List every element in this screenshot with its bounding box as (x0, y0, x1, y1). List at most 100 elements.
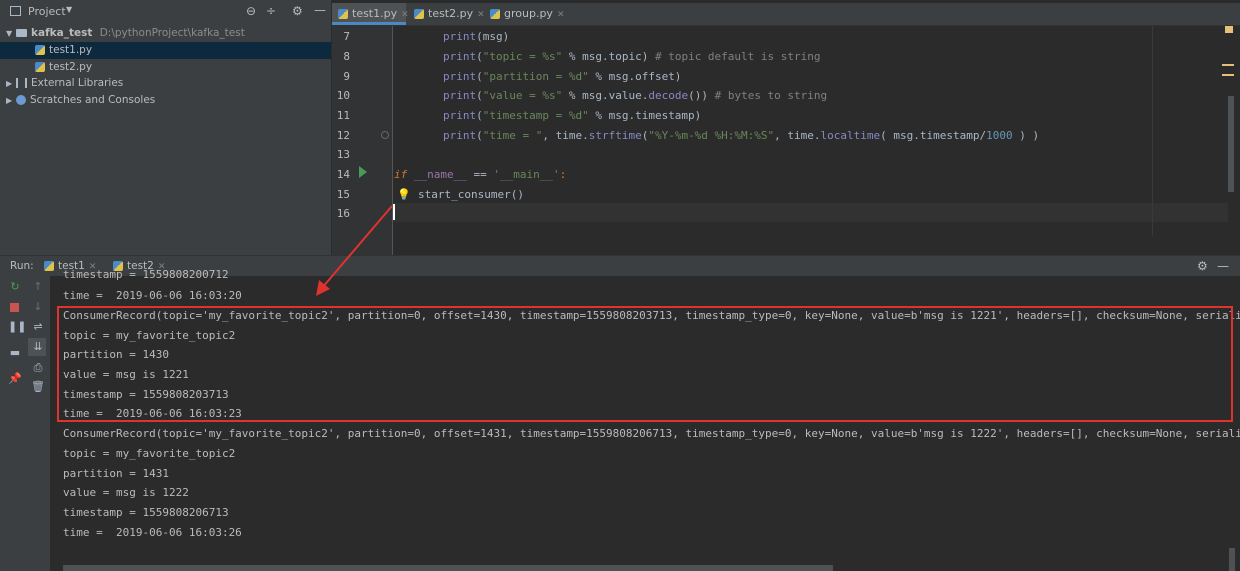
code-token: , time. (542, 129, 589, 142)
expand-arrow-icon[interactable]: ▶ (6, 92, 16, 109)
tab-test1[interactable]: test1.py ✕ (332, 3, 409, 25)
python-file-icon (490, 9, 500, 19)
tab-test2[interactable]: test2.py ✕ (408, 3, 488, 25)
console-line: partition = 1431 (63, 467, 169, 480)
console-line: ConsumerRecord(topic='my_favorite_topic2… (63, 427, 1240, 440)
code-line: print("timestamp = %d" % msg.timestamp) (443, 109, 701, 122)
code-line: print("time = ", time.strftime("%Y-%m-%d… (443, 129, 1039, 142)
code-token: ( (476, 50, 483, 63)
code-line: print("partition = %d" % msg.offset) (443, 70, 681, 83)
tab-label: test1.py (352, 7, 398, 20)
tree-item-label: External Libraries (31, 77, 124, 89)
layout-icon[interactable]: ▬ (8, 346, 22, 359)
run-title: Run: (10, 260, 34, 272)
code-line: print("value = %s" % msg.value.decode())… (443, 89, 827, 102)
tree-item-kafka-test[interactable]: ▼ kafka_test D:\pythonProject\kafka_test (0, 25, 331, 42)
code-token: strftime (588, 129, 642, 142)
line-number: 11 (336, 109, 350, 122)
editor-scrollbar[interactable] (1228, 96, 1234, 192)
console-top-mask (51, 255, 1240, 276)
console-line: value = msg is 1222 (63, 486, 189, 499)
fold-marker-icon[interactable] (381, 131, 389, 139)
code-token: == (473, 168, 494, 181)
code-token: ( (476, 89, 483, 102)
code-token: '__main__' (493, 168, 560, 181)
pause-icon[interactable]: ❚❚ (8, 320, 26, 333)
code-token: 1000 (986, 129, 1013, 142)
code-token: ) ) (1012, 129, 1040, 142)
print-icon[interactable]: ⎙ (31, 361, 45, 375)
code-token: ( (476, 109, 483, 122)
tree-item-label: test2.py (49, 61, 93, 73)
stop-icon[interactable] (10, 303, 19, 312)
tree-item-scratches[interactable]: ▶ Scratches and Consoles (0, 92, 331, 109)
collapse-all-icon[interactable]: ⊖ (246, 4, 256, 18)
code-line: if __name__ == '__main__': (394, 168, 566, 181)
code-line: start_consumer() (418, 188, 524, 201)
code-token: % msg.timestamp) (588, 109, 702, 122)
up-arrow-icon[interactable]: ↑ (31, 280, 45, 293)
code-token: "time = " (482, 129, 543, 142)
expand-arrow-icon[interactable]: ▼ (6, 25, 16, 42)
trash-icon[interactable]: 🗑 (31, 380, 45, 393)
arrow-line (321, 205, 393, 289)
python-file-icon (35, 45, 45, 55)
code-token: ( msg.timestamp/ (880, 129, 987, 142)
tree-item-test1[interactable]: test1.py (0, 42, 331, 59)
tab-label: test2.py (428, 7, 474, 20)
minimize-icon[interactable]: — (314, 3, 326, 17)
split-icon[interactable]: ÷ (266, 4, 276, 18)
code-token: ( (476, 129, 483, 142)
code-token: localtime (820, 129, 881, 142)
code-token: print (443, 70, 477, 83)
scroll-marker (1222, 64, 1234, 66)
console-horizontal-scrollbar[interactable] (63, 565, 833, 571)
python-file-icon (338, 9, 348, 19)
code-token: "timestamp = %d" (482, 109, 589, 122)
code-token: "%Y-%m-%d %H:%M:%S" (648, 129, 775, 142)
tab-group[interactable]: group.py ✕ (484, 3, 570, 25)
project-icon (10, 6, 21, 16)
close-icon[interactable]: ✕ (557, 10, 565, 20)
code-token: ( (476, 70, 483, 83)
code-line: print(msg) (443, 30, 509, 43)
line-number: 13 (336, 148, 350, 161)
tree-item-test2[interactable]: test2.py (0, 59, 331, 76)
down-arrow-icon[interactable]: ↓ (31, 300, 45, 313)
code-token: ()) (688, 89, 715, 102)
rerun-icon[interactable]: ↻ (8, 280, 22, 293)
project-panel-header: Project ▼ ⊖ ÷ ⚙ — (0, 3, 331, 25)
run-gutter-icon[interactable] (359, 166, 367, 178)
line-number: 8 (343, 50, 350, 63)
highlight-box (57, 306, 1233, 422)
scroll-marker (1222, 74, 1234, 76)
code-token: decode (648, 89, 689, 102)
code-token: "value = %s" (482, 89, 563, 102)
right-margin-guide (1152, 26, 1153, 236)
soft-wrap-icon[interactable]: ⇌ (31, 320, 45, 333)
code-token: print (443, 129, 477, 142)
code-comment: # topic default is string (654, 50, 821, 63)
console-vertical-scrollbar[interactable] (1229, 548, 1235, 571)
code-token: (msg) (476, 30, 510, 43)
expand-arrow-icon[interactable]: ▶ (6, 75, 16, 92)
chevron-down-icon[interactable]: ▼ (66, 5, 72, 14)
code-token: print (443, 109, 477, 122)
code-token: : (559, 168, 567, 181)
tree-item-external-libraries[interactable]: ▶ External Libraries (0, 75, 331, 92)
annotation-arrow (316, 205, 393, 296)
code-token: print (443, 50, 477, 63)
current-line-highlight (393, 203, 1228, 222)
python-file-icon (414, 9, 424, 19)
code-token: if (394, 168, 408, 181)
project-title[interactable]: Project (28, 5, 66, 18)
code-token: % msg.topic) (562, 50, 655, 63)
code-token: , time. (774, 129, 821, 142)
scroll-to-end-icon[interactable]: ⇊ (31, 340, 45, 353)
pin-icon[interactable]: 📌 (8, 372, 22, 385)
code-line: print("topic = %s" % msg.topic) # topic … (443, 50, 821, 63)
code-token: print (443, 89, 477, 102)
gear-icon[interactable]: ⚙ (292, 4, 303, 18)
line-number: 7 (343, 30, 350, 43)
console-line: time = 2019-06-06 16:03:26 (63, 526, 242, 539)
